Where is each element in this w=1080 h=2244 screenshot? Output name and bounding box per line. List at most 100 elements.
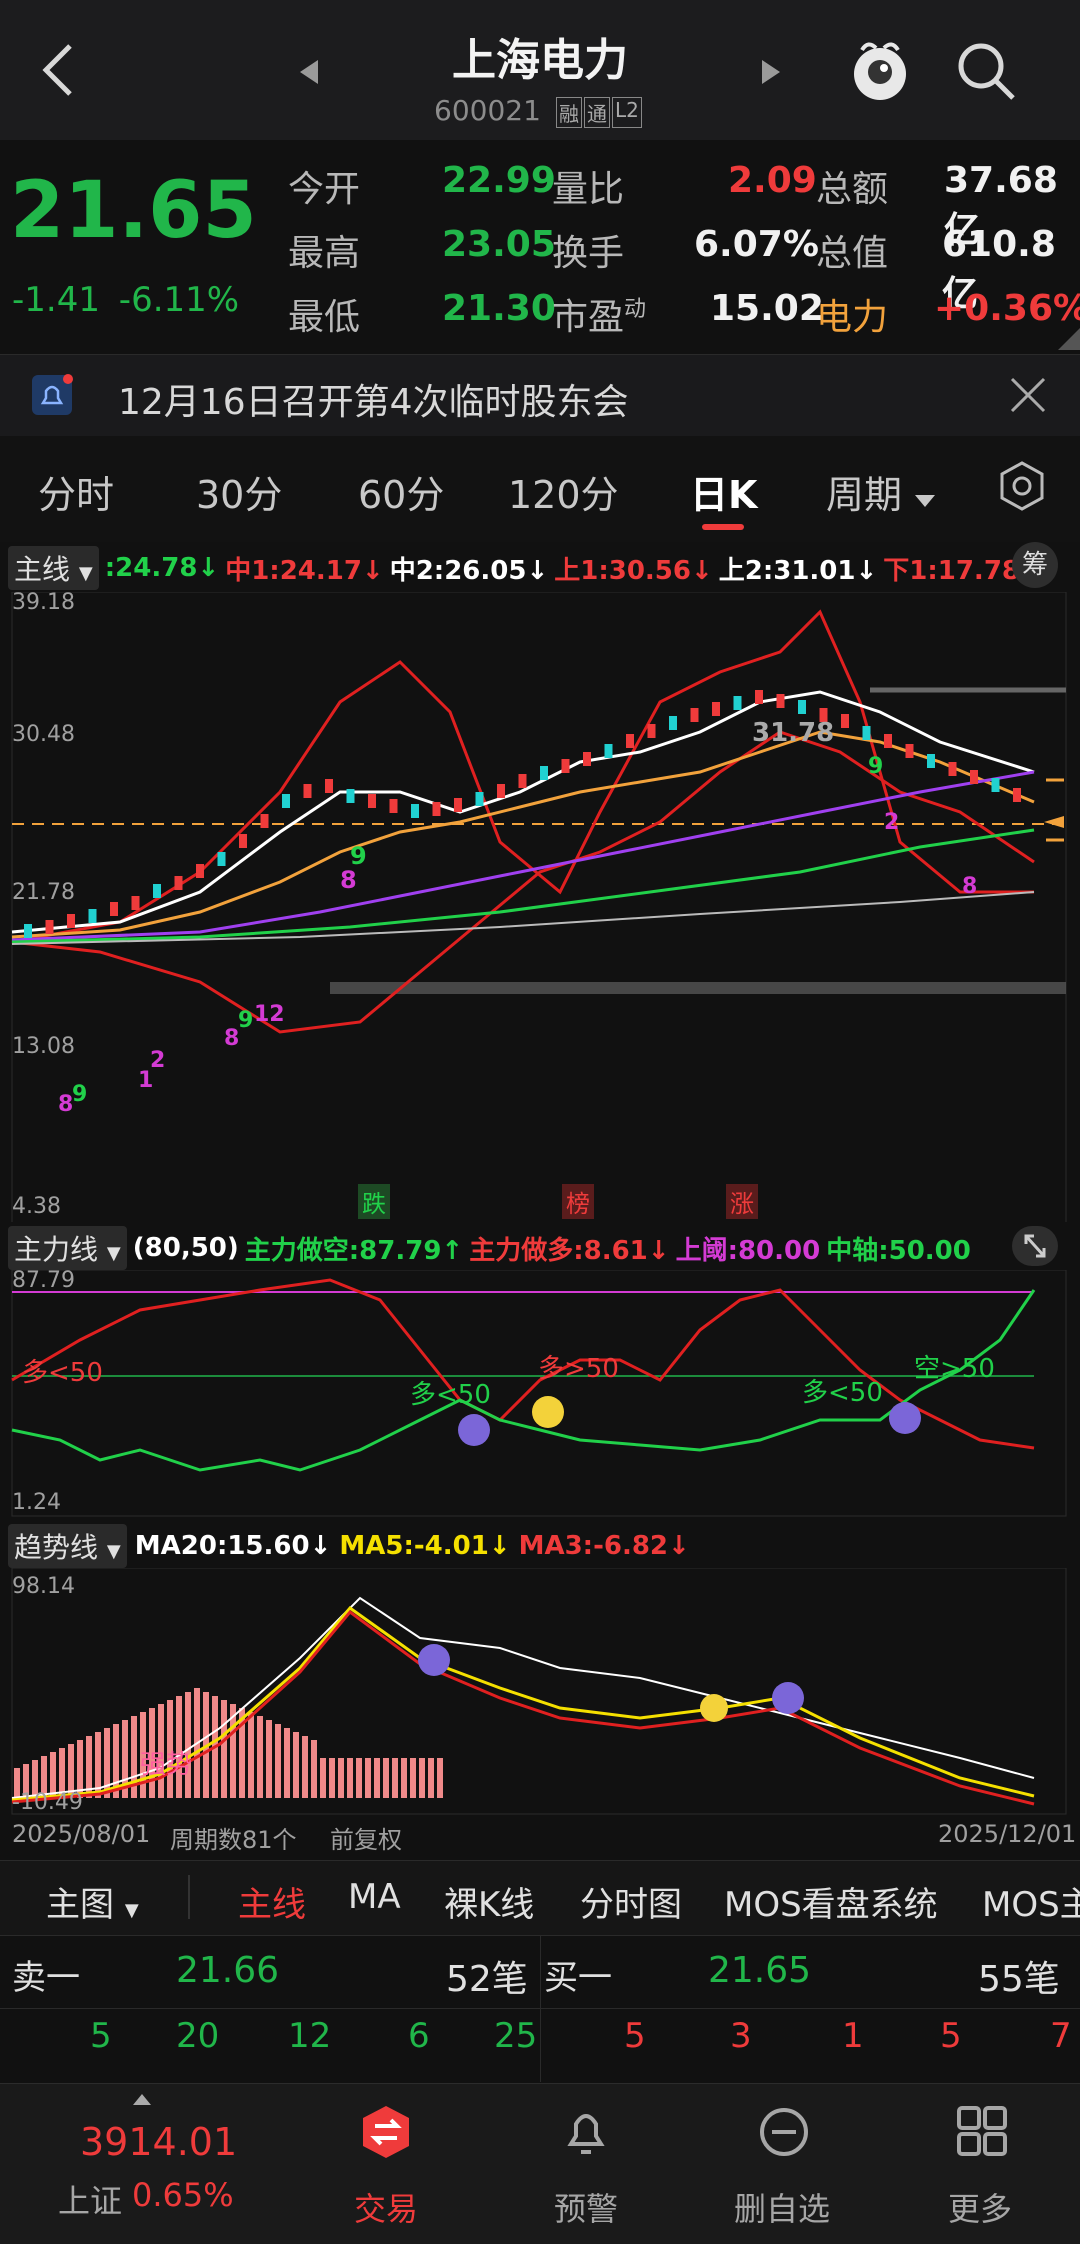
power-indicator-select[interactable]: 主力线 ▼: [8, 1226, 127, 1270]
y-tick-5: 4.38: [12, 1194, 61, 1219]
nav-alert[interactable]: 预警: [516, 2084, 656, 2244]
power-legend-upper: 上阈:80.00: [675, 1235, 821, 1266]
trend-bar: [401, 1758, 407, 1798]
back-icon[interactable]: [38, 40, 78, 100]
tab-mos-main[interactable]: MOS主: [982, 1877, 1080, 1926]
turnover-label: 换手: [552, 233, 625, 274]
period-count: 周期数81个: [170, 1826, 297, 1854]
quote-panel: 21.65 -1.41 -6.11% 今开 22.99 量比 2.09 总额 3…: [0, 140, 1080, 354]
search-icon[interactable]: [955, 40, 1019, 104]
main-chart-select[interactable]: 主图 ▼: [46, 1877, 139, 1926]
kline-chart[interactable]: [0, 592, 1080, 1222]
volume-ratio-value: 2.09: [728, 160, 817, 201]
tab-period[interactable]: 周期: [826, 464, 936, 519]
active-tab-indicator: [702, 524, 744, 530]
main-chart-select-caret-icon: ▼: [124, 1900, 139, 1921]
tab-ma[interactable]: MA: [348, 1877, 401, 1917]
power-indicator-caret-icon: ▼: [106, 1243, 121, 1264]
trend-indicator-select[interactable]: 趋势线 ▼: [8, 1524, 127, 1568]
tab-daily-k[interactable]: 日K: [690, 464, 757, 519]
power-indicator-label: 主力线: [14, 1233, 99, 1266]
high-value: 23.05: [442, 224, 556, 265]
index-ticker[interactable]: 3914.01 上证 0.65%: [0, 2084, 290, 2244]
candle: [239, 834, 247, 848]
power-line-chart[interactable]: [0, 1270, 1080, 1520]
ask1-label: 卖一: [12, 1958, 80, 1998]
bottom-nav: 3914.01 上证 0.65% 交易 预警 删自选 更多: [0, 2083, 1080, 2244]
power-y-bottom: 1.24: [12, 1490, 61, 1515]
trend-legend-ma3: MA3:-6.82↓: [518, 1531, 690, 1561]
top-bar: 上海电力 600021 融 通 L2: [0, 0, 1080, 140]
bid1-price[interactable]: 21.65: [708, 1950, 811, 1991]
trend-bar: [104, 1728, 110, 1798]
power-legend-params: (80,50): [132, 1233, 239, 1263]
sector-value[interactable]: +0.36%: [934, 288, 1080, 329]
power-label-5: 空>50: [914, 1354, 995, 1384]
pe-label: 市盈动: [552, 288, 646, 340]
nav-remove-watch[interactable]: 删自选: [712, 2084, 852, 2244]
tab-naked-k[interactable]: 裸K线: [444, 1877, 534, 1926]
expand-icon[interactable]: [1012, 1226, 1058, 1266]
prev-stock-icon[interactable]: [298, 58, 322, 86]
stock-badges: 融 通 L2: [556, 97, 642, 128]
notice-bar[interactable]: 12月16日召开第4次临时股东会: [0, 354, 1080, 438]
mid2-line: [11, 690, 1035, 934]
bid-queue-2: 3: [730, 2016, 752, 2056]
tab-intraday-chart[interactable]: 分时图: [580, 1877, 682, 1926]
low-value: 21.30: [442, 288, 556, 329]
tab-intraday[interactable]: 分时: [38, 464, 114, 519]
tab-mainline[interactable]: 主线: [238, 1877, 306, 1926]
low-label: 最低: [288, 297, 361, 338]
candle: [540, 766, 548, 780]
expand-up-icon: [133, 2094, 151, 2105]
candle: [733, 696, 742, 710]
bell-icon: [567, 2114, 605, 2154]
pe-label-sup: 动: [624, 297, 647, 322]
next-stock-icon[interactable]: [758, 58, 782, 86]
tab-60min[interactable]: 60分: [358, 464, 444, 519]
last-price: 21.65: [10, 166, 257, 256]
open-label: 今开: [288, 169, 361, 210]
marker-fall: 跌: [358, 1184, 390, 1219]
power-legend-long: 主力做多:8.61↓: [469, 1235, 670, 1266]
nav-more[interactable]: 更多: [910, 2084, 1050, 2244]
signal-num-12: 8: [962, 874, 978, 899]
trend-bar: [365, 1758, 371, 1798]
trend-bar: [302, 1736, 308, 1798]
candle: [626, 734, 634, 748]
strength-label: 强势: [140, 1750, 193, 1780]
signal-num-8: 12: [254, 1002, 285, 1027]
chip-distribution-button[interactable]: 筹: [1012, 542, 1058, 588]
chevron-down-icon: [915, 495, 936, 507]
candle: [346, 789, 355, 803]
candle: [368, 794, 376, 808]
ask1-price[interactable]: 21.66: [176, 1950, 279, 1991]
trend-bar: [410, 1758, 416, 1798]
signal-num-7: 9: [238, 1008, 254, 1033]
y-tick-3: 21.78: [12, 880, 75, 905]
main-indicator-caret-icon: ▼: [78, 563, 93, 584]
settings-hex-icon[interactable]: [996, 460, 1048, 512]
power-long-line: [11, 1278, 1035, 1450]
trend-bar: [419, 1758, 425, 1798]
main-indicator-select[interactable]: 主线 ▼: [8, 546, 99, 590]
mascot-icon[interactable]: [848, 36, 912, 106]
trend-bar: [428, 1758, 434, 1798]
signal-num-1: 9: [72, 1082, 88, 1107]
y-tick-1: 39.18: [12, 590, 75, 615]
candle: [196, 864, 204, 878]
turnover-value: 6.07%: [694, 224, 819, 265]
trend-bar: [347, 1758, 353, 1798]
tab-mos-system[interactable]: MOS看盘系统: [724, 1877, 938, 1926]
sector-label[interactable]: 电力: [816, 288, 888, 340]
tab-30min[interactable]: 30分: [196, 464, 282, 519]
open-value: 22.99: [442, 160, 556, 201]
adjust-mode: 前复权: [330, 1826, 402, 1854]
candle: [583, 752, 591, 766]
tab-120min[interactable]: 120分: [508, 464, 619, 519]
candle: [110, 902, 118, 916]
chart-type-tabs: 主图 ▼ 主线 MA 裸K线 分时图 MOS看盘系统 MOS主: [0, 1860, 1080, 1936]
volume-ratio-label: 量比: [552, 169, 625, 210]
nav-trade[interactable]: 交易: [316, 2084, 456, 2244]
close-icon[interactable]: [1008, 375, 1048, 415]
